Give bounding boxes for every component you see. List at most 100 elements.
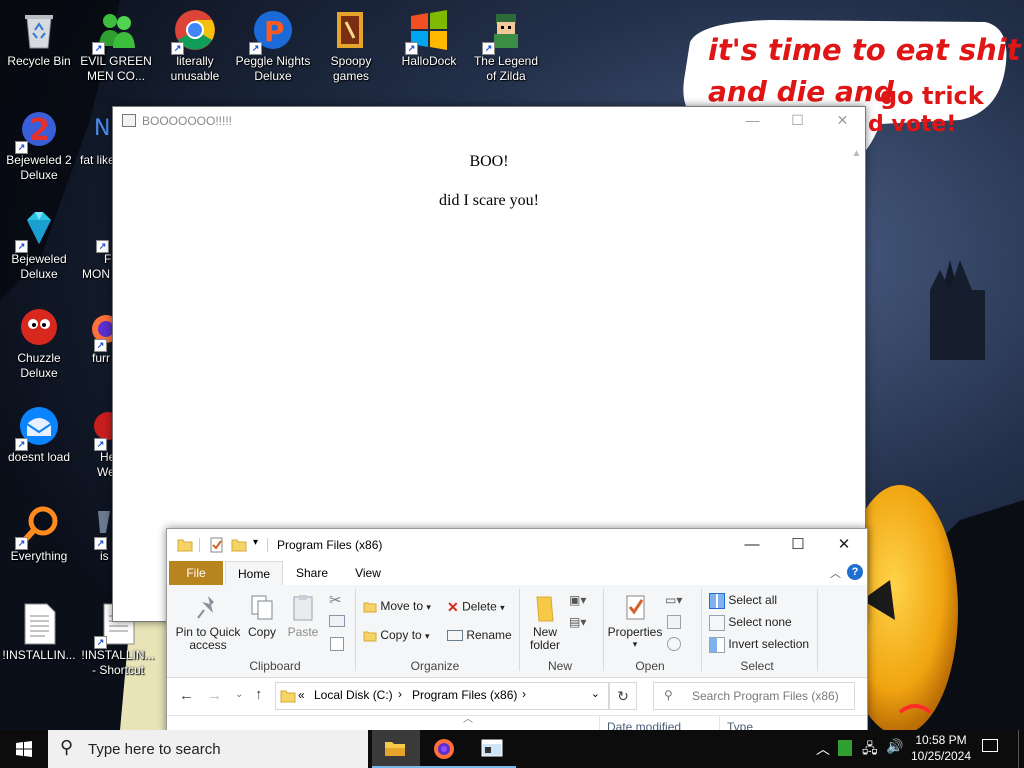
- clock[interactable]: 10:58 PM 10/25/2024: [906, 730, 976, 768]
- thunderbird-icon: ↗: [15, 404, 61, 451]
- taskbar: ⚲ Type here to search ︿ 🖧 🔊 10:58 PM 10/…: [0, 730, 1024, 768]
- recent-locations-icon[interactable]: ⌄: [235, 689, 243, 700]
- breadcrumb-local-disk[interactable]: Local Disk (C:): [314, 688, 393, 702]
- show-desktop-button[interactable]: [1018, 730, 1024, 768]
- forward-icon[interactable]: →: [207, 687, 222, 704]
- desktop-icon-spoopy-games[interactable]: Spoopy games: [313, 8, 389, 84]
- tab-share[interactable]: Share: [285, 561, 339, 585]
- new-item-icon[interactable]: ▣▾: [569, 593, 586, 607]
- start-button[interactable]: [0, 730, 48, 768]
- breadcrumb-separator-icon[interactable]: ›: [398, 687, 402, 701]
- select-all-button[interactable]: Select all: [709, 593, 777, 609]
- clipboard-icon: [293, 595, 313, 621]
- desktop-icon-evil-green-men[interactable]: ↗ EVIL GREEN MEN CO...: [78, 8, 154, 84]
- move-to-button[interactable]: Move to ▾: [363, 599, 431, 614]
- delete-label: Delete: [462, 599, 497, 614]
- copy-to-button[interactable]: Copy to ▾: [363, 628, 430, 643]
- network-icon[interactable]: 🖧: [862, 738, 878, 762]
- speech-line-3: d vote!: [868, 112, 957, 137]
- green-men-icon: ↗: [92, 8, 138, 55]
- app-icon: N: [80, 107, 114, 151]
- up-icon[interactable]: ↑: [255, 686, 263, 703]
- desktop-icon-chuzzle[interactable]: Chuzzle Deluxe: [1, 305, 77, 381]
- desktop-icon-peggle[interactable]: P ↗ Peggle Nights Deluxe: [235, 8, 311, 84]
- desktop-icon-recycle-bin[interactable]: Recycle Bin: [1, 8, 77, 69]
- select-none-button[interactable]: Select none: [709, 615, 792, 631]
- refresh-button[interactable]: ↻: [609, 682, 637, 710]
- bejeweled2-icon: 2 ↗: [15, 107, 61, 154]
- quick-access-dropdown-icon[interactable]: ▾: [253, 537, 258, 548]
- maximize-button[interactable]: ☐: [775, 529, 821, 561]
- desktop-icon-installing[interactable]: !INSTALLIN...: [1, 602, 77, 663]
- paste-button[interactable]: Paste: [285, 593, 321, 639]
- address-bar[interactable]: « Local Disk (C:) › Program Files (x86) …: [275, 682, 609, 710]
- new-folder-button[interactable]: New folder: [525, 593, 565, 652]
- copy-path-icon[interactable]: [329, 615, 345, 627]
- desktop-icon-is[interactable]: ↗ is: [80, 503, 114, 564]
- volume-icon[interactable]: 🔊: [886, 738, 903, 755]
- maximize-button[interactable]: ☐: [775, 107, 820, 134]
- rename-button[interactable]: Rename: [447, 628, 512, 642]
- taskbar-explorer-button[interactable]: [372, 730, 420, 768]
- taskbar-firefox-button[interactable]: [420, 730, 468, 768]
- copy-button[interactable]: Copy: [245, 593, 279, 639]
- pin-quick-access-button[interactable]: Pin to Quick access: [175, 593, 241, 652]
- delete-button[interactable]: ✕ Delete ▾: [447, 599, 505, 616]
- desktop-icon-literally-unusable[interactable]: ↗ literally unusable: [157, 8, 233, 84]
- desktop-icon-label: Spoopy games: [330, 54, 372, 83]
- ribbon-separator: [603, 589, 604, 671]
- show-hidden-icons[interactable]: ︿: [816, 739, 830, 759]
- desktop-icon-he-we[interactable]: ↗ He We: [80, 404, 114, 480]
- easy-access-icon[interactable]: ▤▾: [569, 615, 586, 629]
- new-folder-quick-icon[interactable]: [231, 537, 247, 553]
- desktop-icon-bejeweled-2[interactable]: 2 ↗ Bejeweled 2 Deluxe: [1, 107, 77, 183]
- desktop-icon-fat-like[interactable]: N fat like: [80, 107, 114, 168]
- properties-label: Properties: [607, 625, 663, 639]
- invert-selection-button[interactable]: Invert selection: [709, 637, 809, 653]
- desktop-icon-label: Chuzzle Deluxe: [17, 351, 61, 380]
- select-none-label: Select none: [728, 615, 792, 630]
- desktop-icon-furr[interactable]: ↗ furr: [80, 305, 114, 366]
- notifications-icon[interactable]: [982, 739, 998, 752]
- desktop-icon-bejeweled[interactable]: ↗ Bejeweled Deluxe: [1, 206, 77, 282]
- file-explorer-window[interactable]: ▾ Program Files (x86) — ☐ ✕ File Home Sh…: [166, 528, 868, 740]
- cut-icon[interactable]: ✂: [329, 591, 342, 609]
- boo-titlebar[interactable]: BOOOOOOO!!!!! — ☐ ✕: [113, 107, 865, 134]
- back-icon[interactable]: ←: [179, 687, 194, 704]
- explorer-titlebar[interactable]: ▾ Program Files (x86) — ☐ ✕: [167, 529, 867, 561]
- close-button[interactable]: ✕: [820, 107, 865, 134]
- tray-app-icon[interactable]: [838, 740, 852, 756]
- tab-home[interactable]: Home: [225, 561, 283, 587]
- scroll-up-icon[interactable]: ▲: [848, 148, 865, 162]
- search-box[interactable]: ⚲ Search Program Files (x86): [653, 682, 855, 710]
- history-icon[interactable]: [667, 637, 681, 651]
- properties-dropdown-icon[interactable]: ▾: [607, 639, 663, 649]
- breadcrumb-overflow[interactable]: «: [298, 688, 305, 702]
- address-dropdown-icon[interactable]: ⌄: [591, 687, 600, 700]
- taskbar-search[interactable]: ⚲ Type here to search: [48, 730, 368, 768]
- desktop-icon-f-mon[interactable]: ↗ F MON: [80, 206, 114, 282]
- paste-shortcut-icon[interactable]: [330, 637, 344, 651]
- desktop-icon-label: HalloDock: [401, 54, 457, 68]
- select-all-icon: [709, 593, 725, 609]
- breadcrumb-separator-icon[interactable]: ›: [522, 687, 526, 701]
- minimize-button[interactable]: —: [729, 529, 775, 561]
- help-icon[interactable]: ?: [847, 564, 863, 580]
- tab-view[interactable]: View: [341, 561, 395, 585]
- collapse-ribbon-icon[interactable]: ︿: [830, 565, 841, 581]
- desktop-icon-everything[interactable]: ↗ Everything: [1, 503, 77, 564]
- close-button[interactable]: ✕: [821, 529, 867, 561]
- breadcrumb-program-files[interactable]: Program Files (x86): [412, 688, 517, 702]
- desktop-icon-doesnt-load[interactable]: ↗ doesnt load: [1, 404, 77, 465]
- desktop-icon-hallodock[interactable]: ↗ HalloDock: [391, 8, 467, 69]
- svg-text:N: N: [94, 116, 110, 141]
- taskbar-window-button[interactable]: [468, 730, 516, 768]
- properties-quick-icon[interactable]: [209, 537, 225, 553]
- tab-file[interactable]: File: [169, 561, 223, 585]
- chuzzle-icon: [17, 305, 61, 349]
- edit-icon[interactable]: [667, 615, 681, 629]
- open-icon[interactable]: ▭▾: [665, 593, 682, 607]
- properties-button[interactable]: Properties ▾: [607, 593, 663, 649]
- desktop-icon-legend-of-zilda[interactable]: ↗ The Legend of Zilda: [468, 8, 544, 84]
- minimize-button[interactable]: —: [730, 107, 775, 134]
